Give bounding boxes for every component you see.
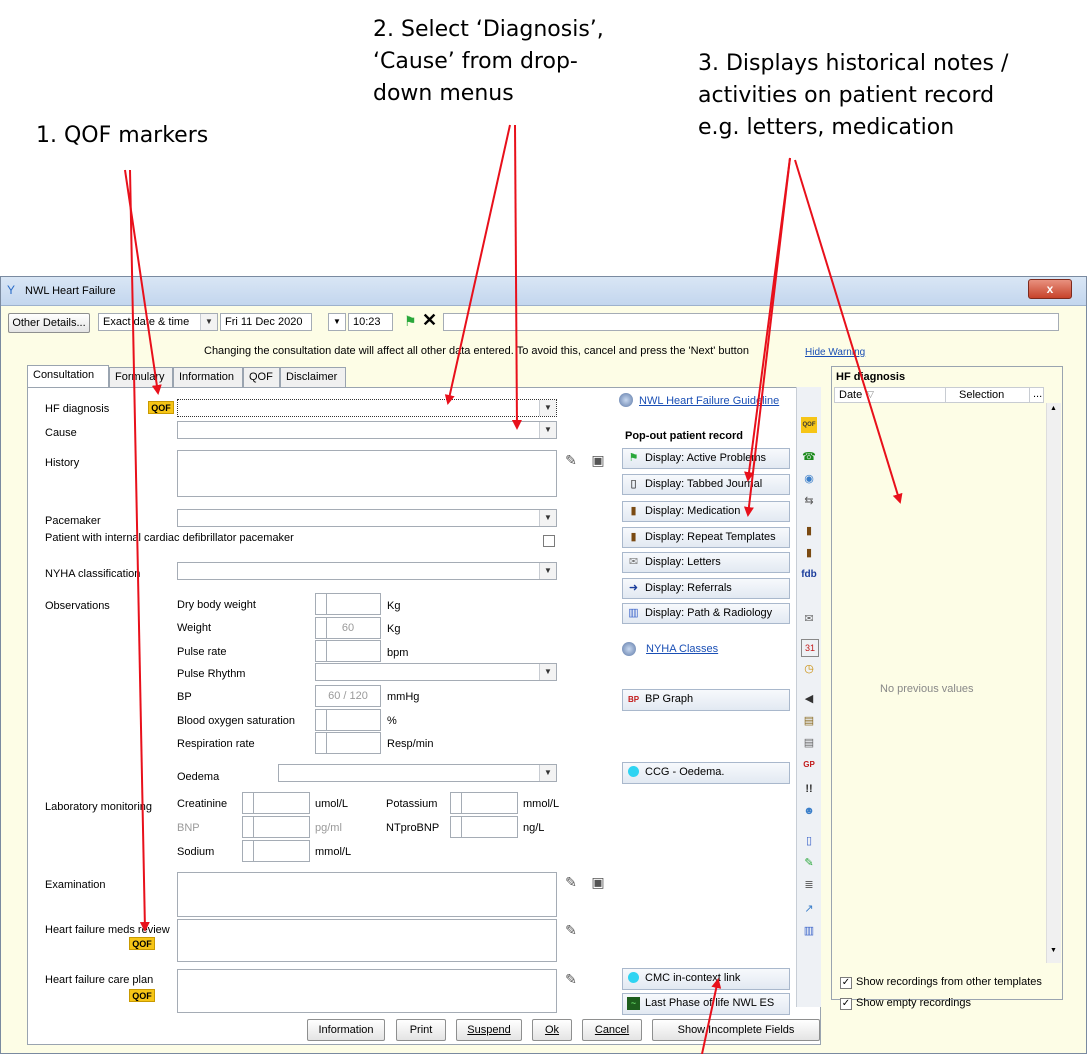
arrow-cause-dropdown: [511, 124, 522, 430]
arrow-history-panel: [794, 159, 903, 504]
arrow-medication: [743, 157, 791, 517]
arrow-cmc-link: [701, 978, 722, 1054]
annotation-arrows: [124, 124, 903, 1054]
arrow-diagnosis-dropdown: [444, 124, 511, 405]
